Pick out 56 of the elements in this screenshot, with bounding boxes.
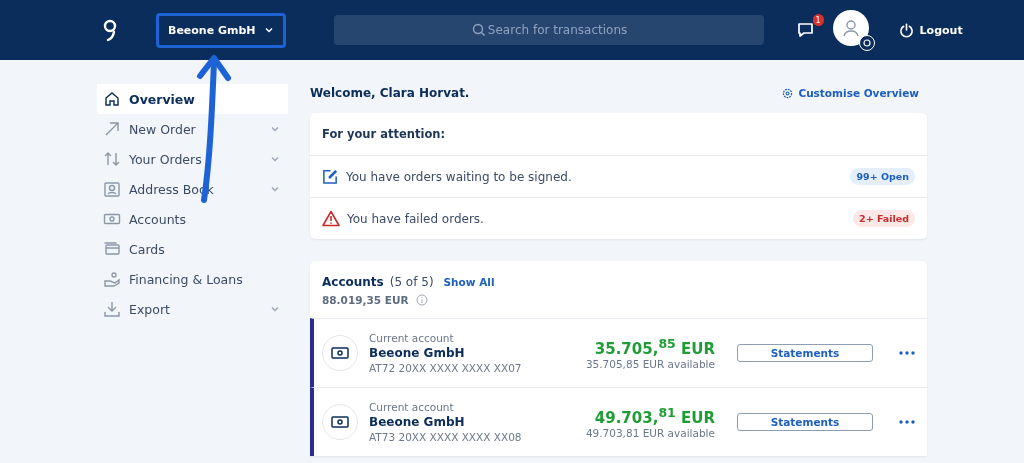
- power-icon: [898, 22, 914, 38]
- customise-link[interactable]: Customise Overview: [782, 87, 919, 99]
- sidebar-item[interactable]: Export: [97, 294, 288, 324]
- edit-icon: [322, 168, 339, 185]
- statements-button[interactable]: Statements: [737, 344, 873, 362]
- account-row[interactable]: Current account Beeone GmbH AT72 20XX XXXX XXXX XX07 35.705,$^{85}$ EUR 35.705,85 EUR available Statements: [310, 318, 927, 387]
- account-type: Current account: [369, 401, 455, 413]
- sidebar-item[interactable]: Your Orders: [97, 144, 288, 174]
- search-icon: [471, 23, 486, 37]
- sidebar-item[interactable]: New Order: [97, 114, 288, 144]
- account-balance: 35.705,$^{85}$ EUR: [594, 336, 715, 358]
- settings-icon: [782, 87, 794, 99]
- sidebar-item[interactable]: Accounts: [97, 204, 288, 234]
- chat-icon[interactable]: [795, 20, 816, 40]
- available-balance: 49.703,81 EUR available: [585, 427, 715, 439]
- statements-button[interactable]: Statements: [737, 413, 873, 431]
- logo-icon: [102, 18, 118, 42]
- warning-icon: [322, 210, 340, 227]
- menu-icon: [103, 240, 121, 258]
- sidebar-item[interactable]: Overview: [97, 84, 288, 114]
- menu-icon: [103, 270, 121, 288]
- company-selector[interactable]: Beeone GmbH: [156, 12, 286, 48]
- account-iban: AT72 20XX XXXX XXXX XX07: [369, 362, 523, 374]
- account-count: (5 of 5): [389, 275, 434, 289]
- notification-badge: 1: [812, 14, 824, 26]
- account-type: Current account: [369, 332, 455, 344]
- person-icon: [840, 17, 861, 38]
- account-name: Beeone GmbH: [369, 415, 466, 429]
- menu-icon: [103, 120, 121, 138]
- settings-icon[interactable]: [858, 34, 875, 51]
- attention-text: You have orders waiting to be signed.: [346, 169, 573, 184]
- card-title: For your attention:: [310, 113, 927, 156]
- sidebar-item[interactable]: Cards: [97, 234, 288, 264]
- more-icon[interactable]: [899, 351, 915, 355]
- total-balance: 88.019,35 EUR: [322, 294, 409, 306]
- search-field[interactable]: Search for transactions: [333, 15, 764, 45]
- account-name: Beeone GmbH: [369, 346, 466, 360]
- show-all-link[interactable]: Show All: [443, 276, 495, 288]
- avatar[interactable]: [832, 9, 869, 46]
- menu-icon: [103, 150, 121, 168]
- account-balance: 49.703,$^{81}$ EUR: [594, 405, 715, 427]
- account-iban: AT73 20XX XXXX XXXX XX08: [369, 431, 523, 443]
- attention-text: You have failed orders.: [347, 211, 485, 226]
- more-icon[interactable]: [899, 420, 915, 424]
- available-balance: 35.705,85 EUR available: [585, 358, 715, 370]
- status-badge[interactable]: 99+ Open: [850, 168, 915, 185]
- status-badge[interactable]: 2+ Failed: [853, 210, 915, 227]
- logout-button[interactable]: Logout: [892, 21, 969, 39]
- account-row[interactable]: Current account Beeone GmbH AT73 20XX XXXX XXXX XX08 49.703,$^{81}$ EUR 49.703,81 EUR available Statements: [310, 387, 927, 456]
- menu-icon: [103, 180, 121, 198]
- welcome-text: Welcome, Clara Horvat.: [310, 86, 470, 100]
- card-title: Accounts: [322, 275, 384, 289]
- menu-icon: [103, 300, 121, 318]
- sidebar-item[interactable]: Financing & Loans: [97, 264, 288, 294]
- chevron-icon: [263, 25, 274, 35]
- menu-icon: [103, 90, 121, 108]
